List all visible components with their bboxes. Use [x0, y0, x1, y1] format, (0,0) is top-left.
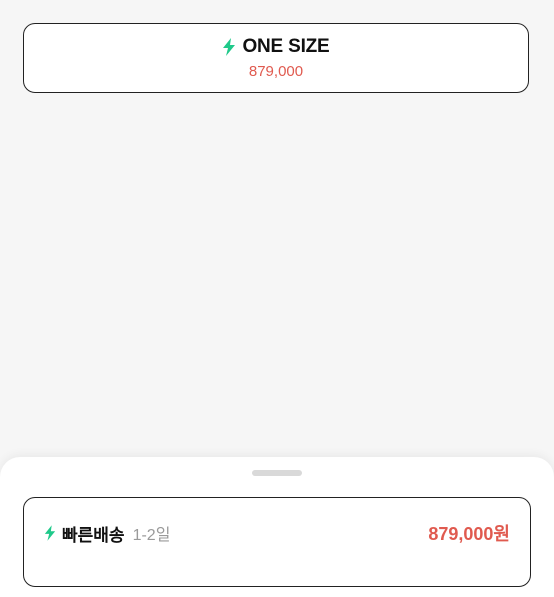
delivery-option-fast[interactable]: 빠른배송 1-2일 879,000원 — [23, 497, 531, 587]
sheet-drag-handle[interactable] — [252, 470, 302, 476]
size-price: 879,000 — [248, 63, 304, 80]
lightning-bolt-icon — [222, 38, 236, 56]
delivery-eta: 1-2일 — [132, 527, 171, 544]
delivery-price: 879,000원 — [428, 524, 510, 544]
size-label: ONE SIZE — [242, 36, 330, 57]
delivery-label: 빠른배송 — [62, 525, 125, 545]
lightning-bolt-icon — [44, 525, 56, 541]
delivery-option-info: 빠른배송 1-2일 — [44, 521, 170, 546]
delivery-bottom-sheet: 빠른배송 1-2일 879,000원 — [0, 457, 554, 597]
delivery-option-row: 빠른배송 1-2일 879,000원 — [44, 520, 510, 546]
size-option-header: ONE SIZE — [222, 36, 330, 58]
size-option-one-size[interactable]: ONE SIZE 879,000 — [23, 23, 529, 93]
